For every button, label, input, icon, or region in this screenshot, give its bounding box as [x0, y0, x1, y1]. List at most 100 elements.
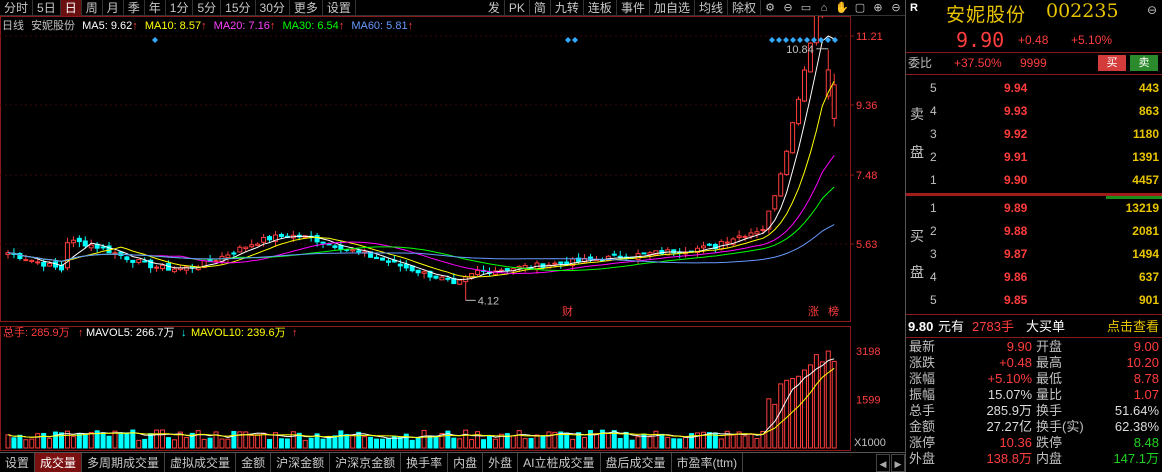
weicha-value: 9999: [1020, 56, 1047, 70]
indicator-tab-4[interactable]: 金额: [236, 452, 272, 472]
volume-bar: [207, 437, 213, 449]
print-icon[interactable]: ▭: [797, 0, 815, 16]
period-tab-7[interactable]: 1分: [166, 0, 194, 16]
candle-body: [475, 269, 481, 275]
tool-button-5[interactable]: 事件: [617, 0, 650, 16]
bid-row[interactable]: 2 9.88 2081: [906, 221, 1162, 241]
stat-row: 总手 285.9万 换手 51.64%: [906, 403, 1162, 419]
kline-chart[interactable]: 11.21 9.36 7.48 5.63 3198 1599 X1000 10.84 4.12 财…: [0, 0, 905, 452]
volume-bar: [249, 434, 255, 449]
bid-row[interactable]: 3 9.87 1494: [906, 244, 1162, 264]
candle-body: [742, 235, 748, 238]
ask-volume: 1391: [1132, 150, 1159, 164]
indicator-tab-1[interactable]: 成交量: [35, 452, 83, 472]
chevron-right-icon[interactable]: ▶: [891, 453, 905, 472]
tool-button-7[interactable]: 均线: [695, 0, 728, 16]
ma30-label: MA30: 6.54: [282, 20, 339, 32]
candle-body: [76, 237, 82, 243]
period-tab-1[interactable]: 5日: [33, 0, 61, 16]
indicator-tab-6[interactable]: 沪深京金额: [330, 452, 402, 472]
zoom-out-icon[interactable]: ⊖: [779, 0, 797, 16]
bid-price: 9.89: [1004, 201, 1028, 215]
plus-icon[interactable]: ⊕: [869, 0, 887, 16]
sell-button[interactable]: 卖: [1130, 55, 1158, 71]
indicator-tab-9[interactable]: 外盘: [483, 452, 519, 472]
tool-button-6[interactable]: 加自选: [650, 0, 695, 16]
indicator-tab-7[interactable]: 换手率: [401, 452, 449, 472]
close-icon[interactable]: ⊖: [1147, 3, 1157, 17]
ask-row[interactable]: 2 9.91 1391: [906, 147, 1162, 167]
big-order-row: 9.80 元有 2783手 大买单 点击查看: [906, 317, 1162, 337]
indicator-tab-2[interactable]: 多周期成交量: [82, 452, 166, 472]
mavol10-line: [7, 367, 835, 439]
bid-level: 4: [930, 270, 937, 284]
buy-button[interactable]: 买: [1098, 55, 1126, 71]
ma10-line: [7, 80, 835, 278]
indicator-tab-12[interactable]: 市盈率(ttm): [672, 452, 744, 472]
period-tab-9[interactable]: 15分: [221, 0, 256, 16]
tool-button-8[interactable]: 除权: [728, 0, 761, 16]
tool-button-3[interactable]: 九转: [551, 0, 584, 16]
high-marker-label: 10.84: [786, 44, 814, 56]
tool-button-1[interactable]: PK: [505, 0, 530, 16]
candle-body: [641, 252, 647, 255]
period-tab-0[interactable]: 分时: [0, 0, 34, 16]
volume-bar: [278, 438, 284, 449]
candle-body: [70, 239, 76, 244]
period-tab-5[interactable]: 季: [124, 0, 145, 16]
candle-body: [23, 259, 29, 262]
tool-button-2[interactable]: 简: [530, 0, 551, 16]
period-tab-6[interactable]: 年: [145, 0, 166, 16]
period-tab-4[interactable]: 月: [103, 0, 124, 16]
volume-bar: [629, 439, 635, 449]
tool-button-4[interactable]: 连板: [584, 0, 617, 16]
bid-price: 9.87: [1004, 247, 1028, 261]
gear-icon[interactable]: ⚙: [761, 0, 779, 16]
ask-row[interactable]: 4 9.93 863: [906, 101, 1162, 121]
indicator-tab-0[interactable]: 设置: [0, 452, 36, 472]
period-tab-3[interactable]: 周: [82, 0, 103, 16]
candle-body: [385, 260, 391, 263]
bid-level: 5: [930, 293, 937, 307]
period-tab-10[interactable]: 30分: [256, 0, 290, 16]
stat-value: 62.38%: [1114, 419, 1159, 434]
candle-body: [237, 246, 243, 253]
indicator-tab-3[interactable]: 虚拟成交量: [165, 452, 237, 472]
candle-body: [754, 231, 760, 235]
indicator-tab-10[interactable]: AI立桩成交量: [518, 452, 601, 472]
period-tab-12[interactable]: 设置: [323, 0, 356, 16]
period-tab-8[interactable]: 5分: [193, 0, 222, 16]
period-tab-11[interactable]: 更多: [290, 0, 323, 16]
hand-icon[interactable]: ✋: [833, 0, 851, 16]
volume-bar: [516, 430, 522, 449]
bid-row[interactable]: 4 9.86 637: [906, 267, 1162, 287]
kline-chart-area[interactable]: 11.21 9.36 7.48 5.63 3198 1599 X1000 10.84 4.12 财…: [0, 0, 905, 452]
indicator-tab-11[interactable]: 盘后成交量: [601, 452, 672, 472]
ask-row[interactable]: 3 9.92 1180: [906, 124, 1162, 144]
volume-bar: [118, 432, 124, 449]
share-icon[interactable]: ⌂: [815, 0, 833, 16]
candle-body: [350, 249, 356, 252]
event-diamond-icon: [565, 37, 571, 43]
volume-total-label: 总手: 285.9万: [3, 325, 70, 339]
period-tab-2[interactable]: 日: [60, 0, 82, 16]
volume-bar: [570, 438, 576, 449]
ma10-arrow: ↑: [201, 20, 207, 32]
panel-icon[interactable]: ▢: [851, 0, 869, 16]
volume-bar: [766, 398, 772, 449]
candle-body: [504, 268, 510, 271]
indicator-tab-8[interactable]: 内盘: [448, 452, 484, 472]
rzrq-flag: R: [910, 2, 918, 14]
ask-row[interactable]: 1 9.90 4457: [906, 170, 1162, 190]
candle-body: [267, 236, 273, 241]
candle-body: [831, 84, 837, 119]
stat-label: 涨停: [909, 435, 936, 450]
bid-row[interactable]: 5 9.85 901: [906, 290, 1162, 310]
ask-row[interactable]: 5 9.94 443: [906, 78, 1162, 98]
minus-icon[interactable]: ⊖: [887, 0, 905, 16]
bid-row[interactable]: 1 9.89 13219: [906, 198, 1162, 218]
big-order-link[interactable]: 点击查看: [1107, 317, 1159, 337]
chevron-left-icon[interactable]: ◀: [876, 453, 890, 472]
indicator-tab-5[interactable]: 沪深金额: [271, 452, 331, 472]
tool-button-0[interactable]: 发: [484, 0, 505, 16]
